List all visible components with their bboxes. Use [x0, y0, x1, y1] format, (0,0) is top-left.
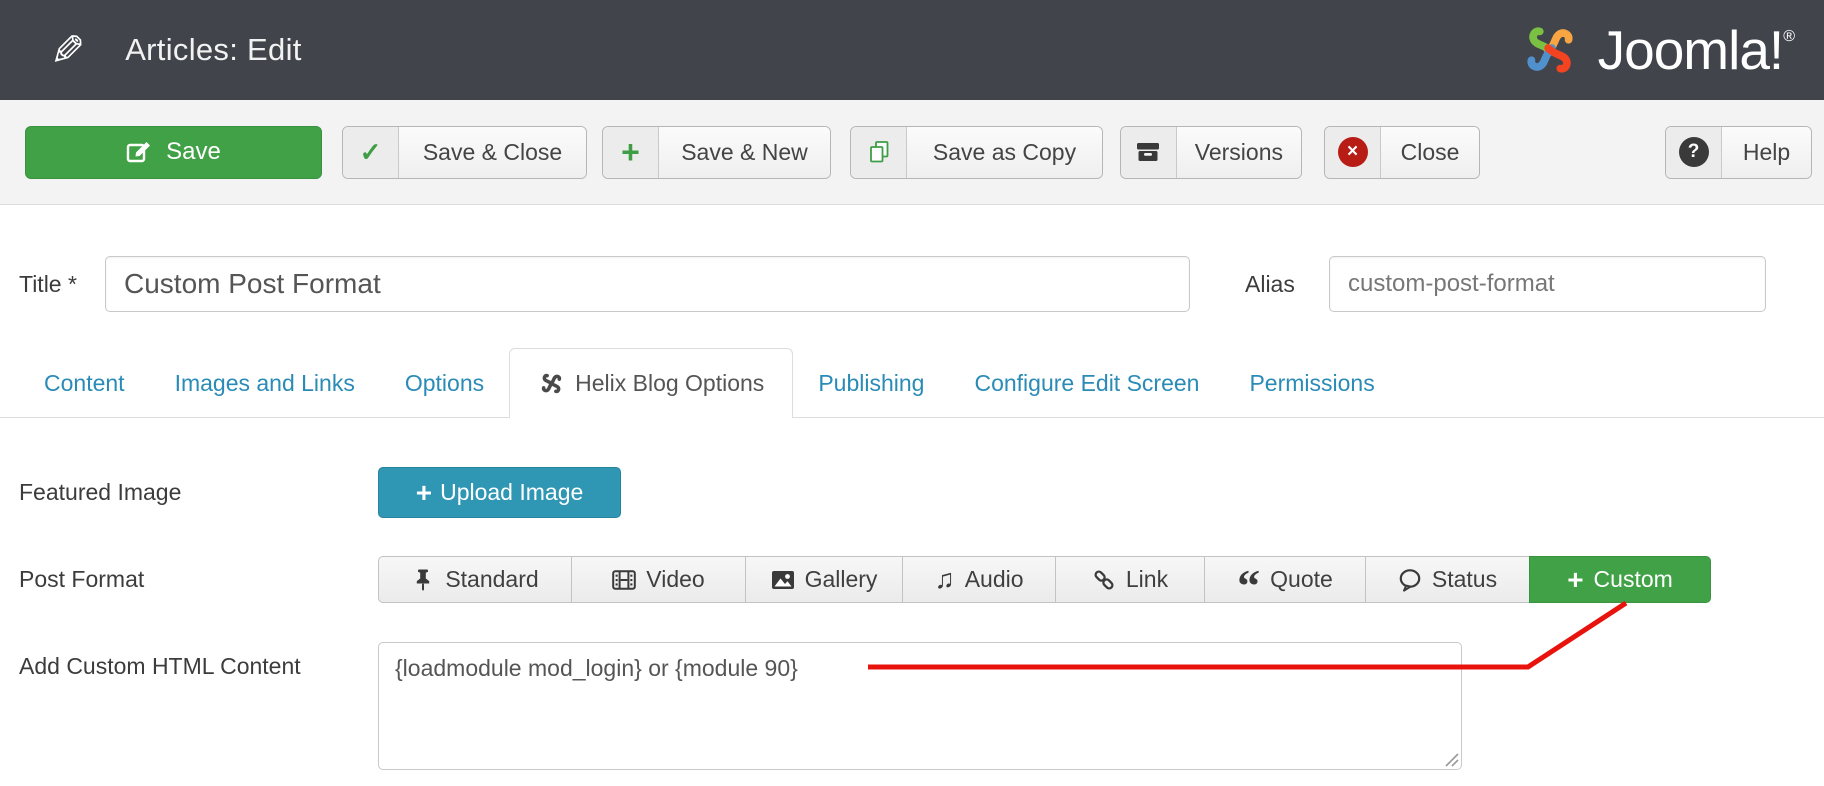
cancel-circle-icon: ×	[1325, 127, 1381, 178]
image-icon	[771, 570, 795, 590]
plus-icon: +	[416, 479, 432, 507]
copy-icon	[851, 127, 907, 178]
tab-images-and-links[interactable]: Images and Links	[150, 348, 380, 418]
post-format-audio-button[interactable]: ♫ Audio	[902, 556, 1056, 603]
post-format-quote-button[interactable]: “ Quote	[1204, 556, 1366, 603]
save-as-copy-button[interactable]: Save as Copy	[850, 126, 1103, 179]
close-button[interactable]: × Close	[1324, 126, 1480, 179]
question-circle-icon: ?	[1666, 127, 1722, 178]
joomla-wordmark: Joomla!®	[1598, 18, 1794, 82]
film-icon	[612, 570, 636, 590]
upload-image-button[interactable]: + Upload Image	[378, 467, 621, 518]
tab-helix-blog-options[interactable]: Helix Blog Options	[509, 348, 793, 418]
title-label: Title *	[19, 256, 77, 312]
joomla-logo: Joomla!®	[1518, 18, 1794, 82]
save-as-copy-label: Save as Copy	[907, 127, 1102, 178]
post-format-link-button[interactable]: Link	[1055, 556, 1205, 603]
post-format-status-button[interactable]: Status	[1365, 556, 1530, 603]
save-label: Save	[166, 138, 221, 166]
archive-icon	[1121, 127, 1177, 178]
versions-label: Versions	[1177, 127, 1301, 178]
pencil-square-icon	[126, 139, 152, 165]
music-note-icon: ♫	[934, 566, 954, 593]
alias-label: Alias	[1245, 256, 1295, 312]
registered-mark: ®	[1783, 28, 1794, 45]
toolbar: Save ✓ Save & Close + Save & New Save as…	[0, 100, 1824, 205]
custom-html-textarea[interactable]: {loadmodule mod_login} or {module 90}	[378, 642, 1462, 770]
edit-pencil-icon: ✎	[50, 26, 85, 75]
quote-icon: “	[1237, 576, 1260, 597]
speech-bubble-icon	[1398, 568, 1422, 592]
post-format-video-button[interactable]: Video	[571, 556, 746, 603]
tab-configure-edit-screen[interactable]: Configure Edit Screen	[949, 348, 1224, 418]
help-label: Help	[1722, 127, 1811, 178]
tab-content[interactable]: Content	[19, 348, 150, 418]
check-icon: ✓	[343, 127, 399, 178]
save-and-close-label: Save & Close	[399, 127, 586, 178]
chain-link-icon	[1092, 568, 1116, 592]
joomla-knot-icon	[538, 370, 565, 397]
title-input[interactable]	[105, 256, 1190, 312]
save-and-new-label: Save & New	[659, 127, 830, 178]
close-label: Close	[1381, 127, 1479, 178]
post-format-group: Standard Video Gallery ♫ Audio	[378, 556, 1711, 603]
tab-bar: Content Images and Links Options Helix B…	[19, 348, 1400, 418]
post-format-gallery-button[interactable]: Gallery	[745, 556, 903, 603]
custom-html-label: Add Custom HTML Content	[19, 653, 301, 680]
pushpin-icon	[411, 568, 435, 592]
tab-publishing[interactable]: Publishing	[793, 348, 949, 418]
versions-button[interactable]: Versions	[1120, 126, 1302, 179]
help-button[interactable]: ? Help	[1665, 126, 1812, 179]
alias-input[interactable]	[1329, 256, 1766, 312]
plus-icon: +	[603, 127, 659, 178]
save-button[interactable]: Save	[25, 126, 322, 179]
upload-image-label: Upload Image	[440, 479, 583, 506]
tab-helix-label: Helix Blog Options	[575, 370, 764, 397]
article-edit-form: Title * Alias Content Images and Links O…	[0, 205, 1824, 786]
page-title: Articles: Edit	[125, 32, 301, 68]
tab-options[interactable]: Options	[380, 348, 509, 418]
textarea-resize-handle[interactable]	[1440, 748, 1460, 768]
save-and-new-button[interactable]: + Save & New	[602, 126, 831, 179]
post-format-label: Post Format	[19, 556, 144, 603]
save-and-close-button[interactable]: ✓ Save & Close	[342, 126, 587, 179]
post-format-standard-button[interactable]: Standard	[378, 556, 572, 603]
app-header: ✎ Articles: Edit Joomla!®	[0, 0, 1824, 100]
post-format-custom-button[interactable]: + Custom	[1529, 556, 1711, 603]
plus-icon: +	[1567, 566, 1583, 594]
featured-image-label: Featured Image	[19, 467, 181, 518]
joomla-knot-icon	[1518, 18, 1582, 82]
tab-permissions[interactable]: Permissions	[1224, 348, 1399, 418]
